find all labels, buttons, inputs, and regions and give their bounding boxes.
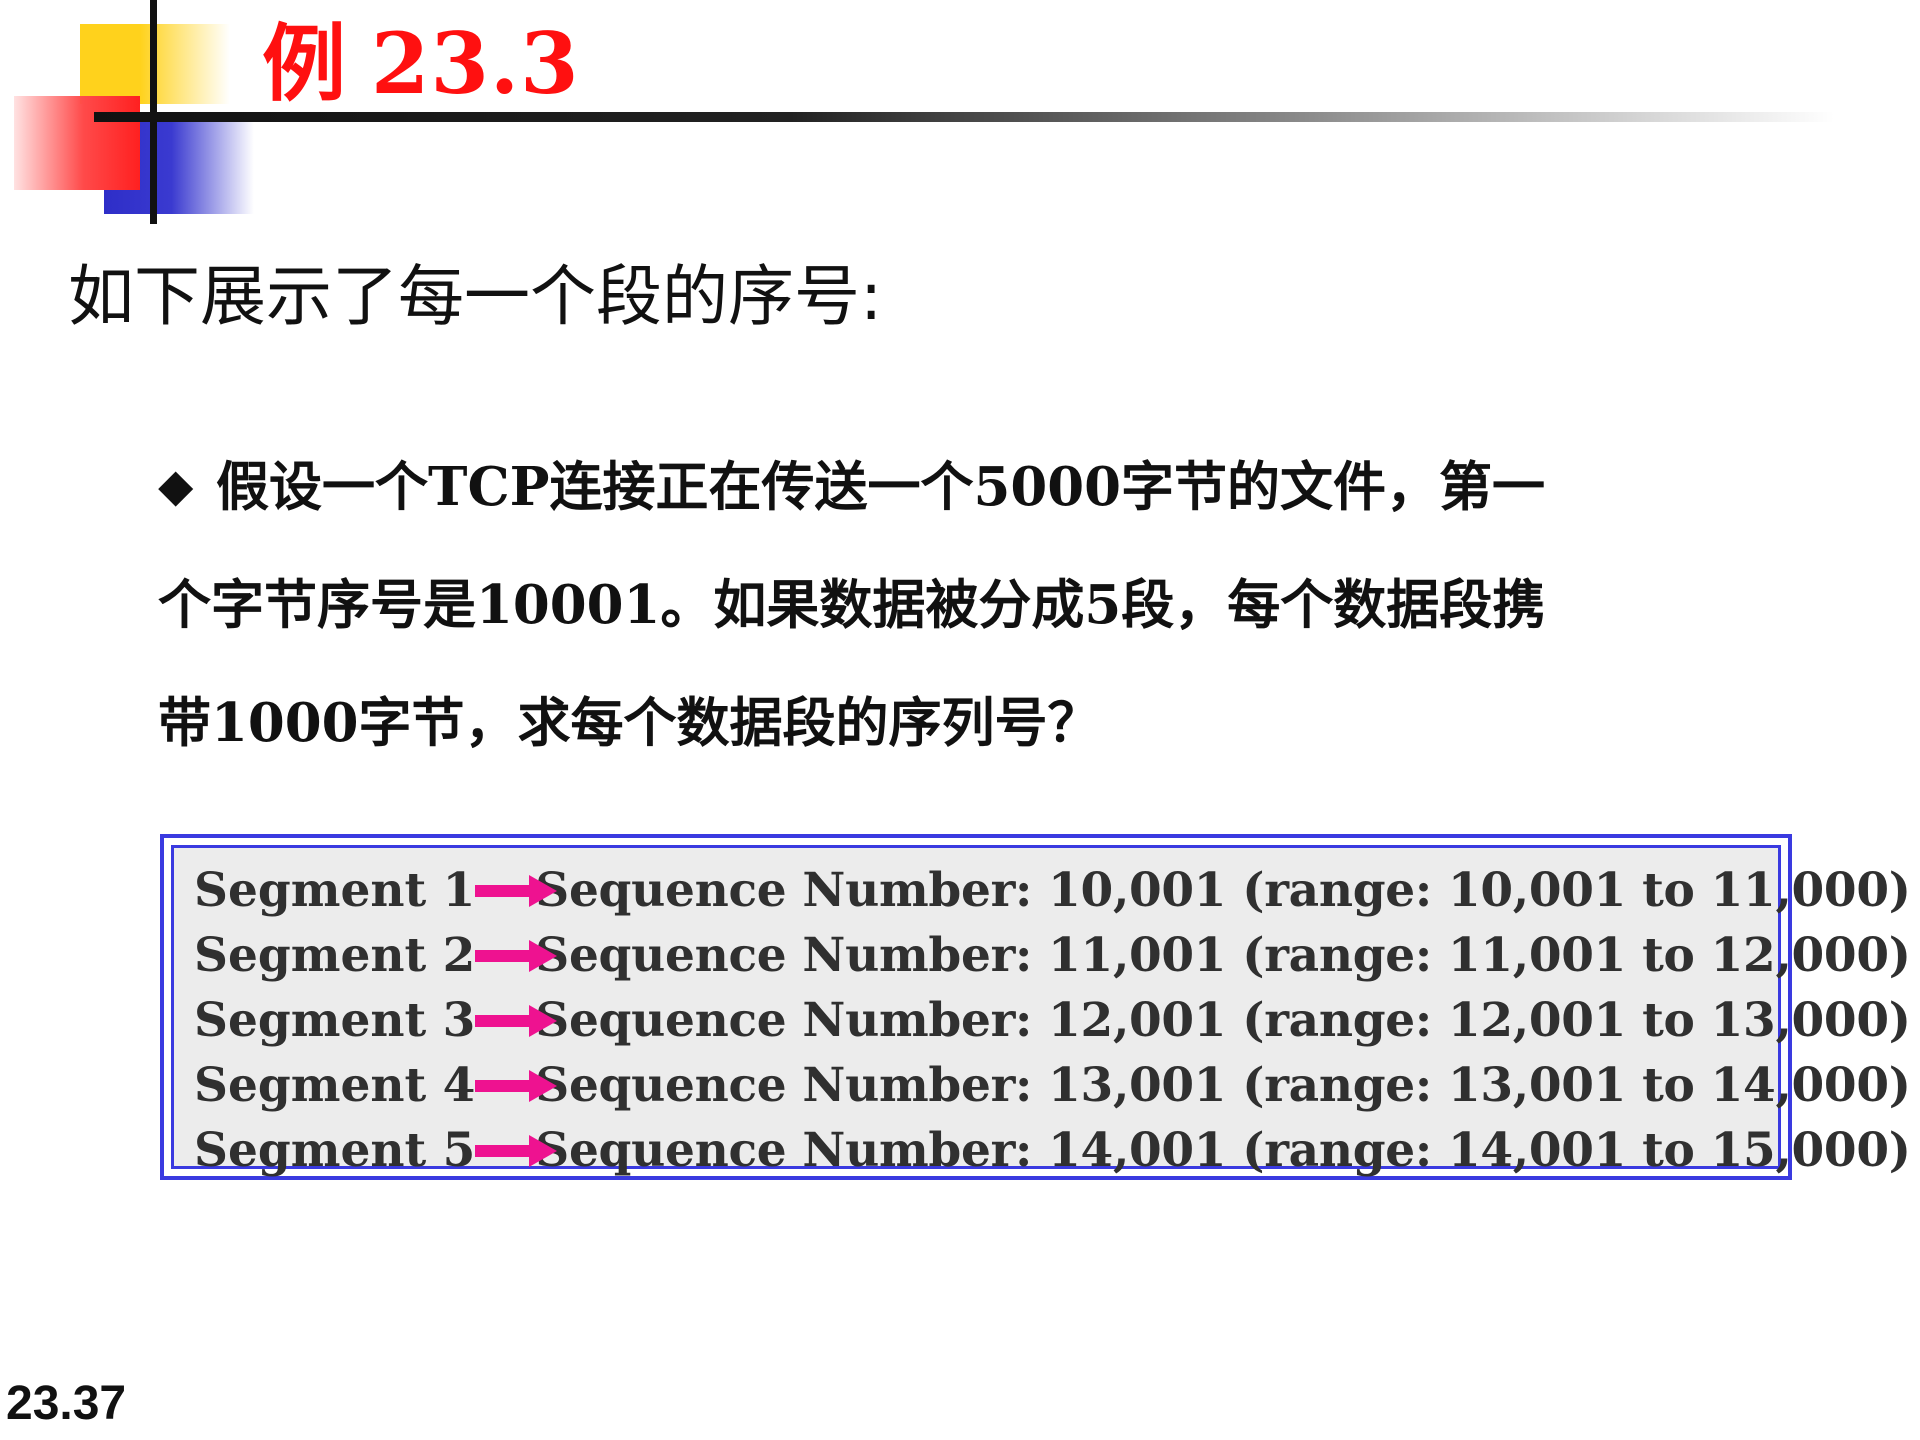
segment-sequence-text: Sequence Number: 11,001 (range: 11,001 t… bbox=[535, 928, 1911, 983]
segment-table: Segment 1 Sequence Number: 10,001 (range… bbox=[160, 834, 1911, 1180]
title-prefix: 例 bbox=[262, 14, 348, 113]
segment-table-inner: Segment 1 Sequence Number: 10,001 (range… bbox=[171, 845, 1911, 1178]
segment-label: Segment 4 bbox=[194, 1058, 476, 1113]
bullet-line-1: ◆ 假设一个TCP连接正在传送一个5000字节的文件，第一 bbox=[158, 426, 1798, 546]
bullet-line-3: 带1000字节，求每个数据段的序列号？ bbox=[158, 692, 1101, 754]
segment-row: Segment 3 Sequence Number: 12,001 (range… bbox=[194, 988, 1911, 1053]
bullet-line-2: 个字节序号是10001。如果数据被分成5段，每个数据段携 bbox=[158, 574, 1546, 636]
segment-label: Segment 1 bbox=[194, 863, 476, 918]
segment-sequence-text: Sequence Number: 13,001 (range: 13,001 t… bbox=[535, 1058, 1911, 1113]
segment-sequence-text: Sequence Number: 14,001 (range: 14,001 t… bbox=[535, 1123, 1911, 1178]
segment-row: Segment 4 Sequence Number: 13,001 (range… bbox=[194, 1053, 1911, 1118]
segment-label: Segment 2 bbox=[194, 928, 476, 983]
diamond-bullet-icon: ◆ bbox=[158, 458, 194, 512]
title-number: 23.3 bbox=[371, 14, 580, 113]
segment-label: Segment 3 bbox=[194, 993, 476, 1048]
slide-subtitle: 如下展示了每一个段的序号: bbox=[68, 258, 883, 335]
segment-label: Segment 5 bbox=[194, 1123, 476, 1178]
segment-row: Segment 2 Sequence Number: 11,001 (range… bbox=[194, 923, 1911, 988]
segment-row: Segment 1 Sequence Number: 10,001 (range… bbox=[194, 858, 1911, 923]
page-number: 23.37 bbox=[6, 1377, 127, 1430]
segment-sequence-text: Sequence Number: 12,001 (range: 12,001 t… bbox=[535, 993, 1911, 1048]
slide-title: 例 23.3 bbox=[262, 14, 580, 114]
segment-sequence-text: Sequence Number: 10,001 (range: 10,001 t… bbox=[535, 863, 1911, 918]
segment-row: Segment 5 Sequence Number: 14,001 (range… bbox=[194, 1118, 1911, 1183]
bullet-paragraph: ◆ 假设一个TCP连接正在传送一个5000字节的文件，第一 个字节序号是10001… bbox=[158, 426, 1798, 782]
logo-red-square bbox=[14, 96, 140, 190]
bullet-line-1-text: 假设一个TCP连接正在传送一个5000字节的文件，第一 bbox=[216, 456, 1545, 518]
